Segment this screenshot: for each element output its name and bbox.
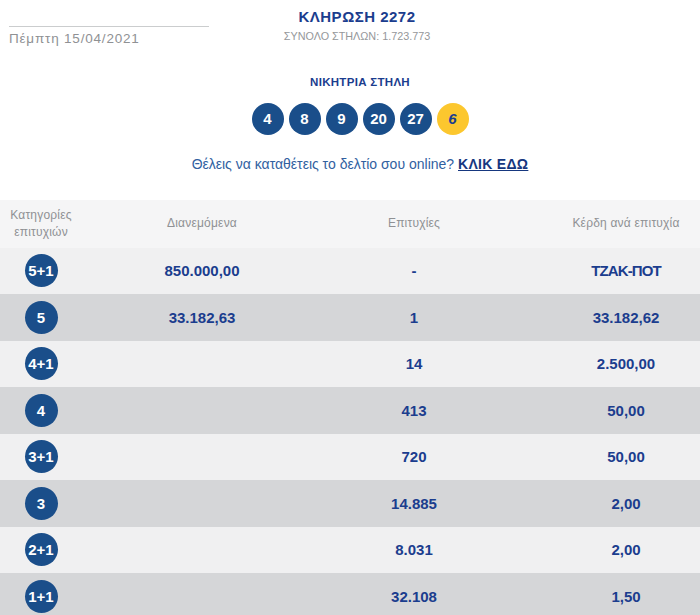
winning-number-ball: 8 bbox=[289, 103, 321, 135]
category-badge: 5 bbox=[25, 301, 58, 334]
winners-cell: 413 bbox=[304, 387, 524, 434]
prize-cell: 33.182,62 bbox=[516, 294, 700, 341]
category-badge: 2+1 bbox=[25, 533, 58, 566]
distributed-cell bbox=[92, 527, 312, 574]
table-row-1+1: 1+1 32.1081,50 bbox=[0, 573, 700, 615]
total-columns: ΣΥΝΟΛΟ ΣΤΗΛΩΝ: 1.723.773 bbox=[0, 30, 700, 42]
category-badge: 3+1 bbox=[25, 440, 58, 473]
winning-numbers: 48920276 bbox=[0, 103, 700, 135]
header-category: Κατηγορίες επιτυχιών bbox=[0, 200, 82, 248]
category-badge: 4+1 bbox=[25, 347, 58, 380]
joker-number-ball: 6 bbox=[437, 103, 469, 135]
category-cell: 3 bbox=[0, 480, 82, 527]
distributed-cell bbox=[92, 573, 312, 615]
category-cell: 2+1 bbox=[0, 527, 82, 574]
category-cell: 4 bbox=[0, 387, 82, 434]
prize-cell: 50,00 bbox=[516, 387, 700, 434]
draw-title: ΚΛΗΡΩΣΗ 2272 bbox=[0, 8, 700, 25]
winning-number-ball: 20 bbox=[363, 103, 395, 135]
winners-cell: 720 bbox=[304, 434, 524, 481]
table-row-4: 4 41350,00 bbox=[0, 387, 700, 434]
cta-question: Θέλεις να καταθέτεις το δελτίο σου onlin… bbox=[192, 156, 458, 172]
winners-cell: - bbox=[304, 248, 524, 295]
prize-cell: 2.500,00 bbox=[516, 341, 700, 388]
category-cell: 3+1 bbox=[0, 434, 82, 481]
category-cell: 5+1 bbox=[0, 248, 82, 295]
category-badge: 3 bbox=[25, 487, 58, 520]
winners-cell: 8.031 bbox=[304, 527, 524, 574]
prize-cell: 2,00 bbox=[516, 480, 700, 527]
prize-cell: 2,00 bbox=[516, 527, 700, 574]
prize-cell: 50,00 bbox=[516, 434, 700, 481]
prizes-table-body: 5+1 850.000,00-ΤΖΑΚ-ΠΟΤ 5 33.182,63133.182,… bbox=[0, 248, 700, 615]
cta-click-here-link[interactable]: ΚΛΙΚ ΕΔΩ bbox=[458, 156, 528, 172]
winners-cell: 14 bbox=[304, 341, 524, 388]
category-cell: 5 bbox=[0, 294, 82, 341]
table-row-4+1: 4+1 142.500,00 bbox=[0, 341, 700, 388]
table-row-3+1: 3+1 72050,00 bbox=[0, 434, 700, 481]
header-winners: Επιτυχίες bbox=[304, 200, 524, 248]
distributed-cell: 33.182,63 bbox=[92, 294, 312, 341]
table-row-3: 3 14.8852,00 bbox=[0, 480, 700, 527]
category-cell: 4+1 bbox=[0, 341, 82, 388]
distributed-cell bbox=[92, 387, 312, 434]
joker-draw-results: Πέμπτη 15/04/2021 ΚΛΗΡΩΣΗ 2272 ΣΥΝΟΛΟ ΣΤ… bbox=[0, 0, 700, 615]
winning-column-heading: ΝΙΚΗΤΡΙΑ ΣΤΗΛΗ bbox=[0, 76, 700, 88]
prize-cell: ΤΖΑΚ-ΠΟΤ bbox=[516, 248, 700, 295]
header-distributed: Διανεμόμενα bbox=[92, 200, 312, 248]
winners-cell: 32.108 bbox=[304, 573, 524, 615]
table-row-5+1: 5+1 850.000,00-ΤΖΑΚ-ΠΟΤ bbox=[0, 248, 700, 295]
category-badge: 1+1 bbox=[25, 580, 58, 613]
category-cell: 1+1 bbox=[0, 573, 82, 615]
table-row-2+1: 2+1 8.0312,00 bbox=[0, 527, 700, 574]
winning-number-ball: 9 bbox=[326, 103, 358, 135]
date-divider-line bbox=[9, 26, 209, 27]
prizes-table: Κατηγορίες επιτυχιών Διανεμόμενα Επιτυχί… bbox=[0, 200, 700, 615]
prizes-table-header: Κατηγορίες επιτυχιών Διανεμόμενα Επιτυχί… bbox=[0, 200, 700, 248]
distributed-cell bbox=[92, 434, 312, 481]
category-badge: 4 bbox=[25, 394, 58, 427]
header-prize: Κέρδη ανά επιτυχία bbox=[516, 200, 700, 248]
table-row-5: 5 33.182,63133.182,62 bbox=[0, 294, 700, 341]
distributed-cell bbox=[92, 341, 312, 388]
winning-number-ball: 4 bbox=[252, 103, 284, 135]
distributed-cell bbox=[92, 480, 312, 527]
winners-cell: 1 bbox=[304, 294, 524, 341]
prize-cell: 1,50 bbox=[516, 573, 700, 615]
winners-cell: 14.885 bbox=[304, 480, 524, 527]
category-badge: 5+1 bbox=[25, 254, 58, 287]
distributed-cell: 850.000,00 bbox=[92, 248, 312, 295]
cta-line: Θέλεις να καταθέτεις το δελτίο σου onlin… bbox=[0, 156, 700, 172]
winning-number-ball: 27 bbox=[400, 103, 432, 135]
